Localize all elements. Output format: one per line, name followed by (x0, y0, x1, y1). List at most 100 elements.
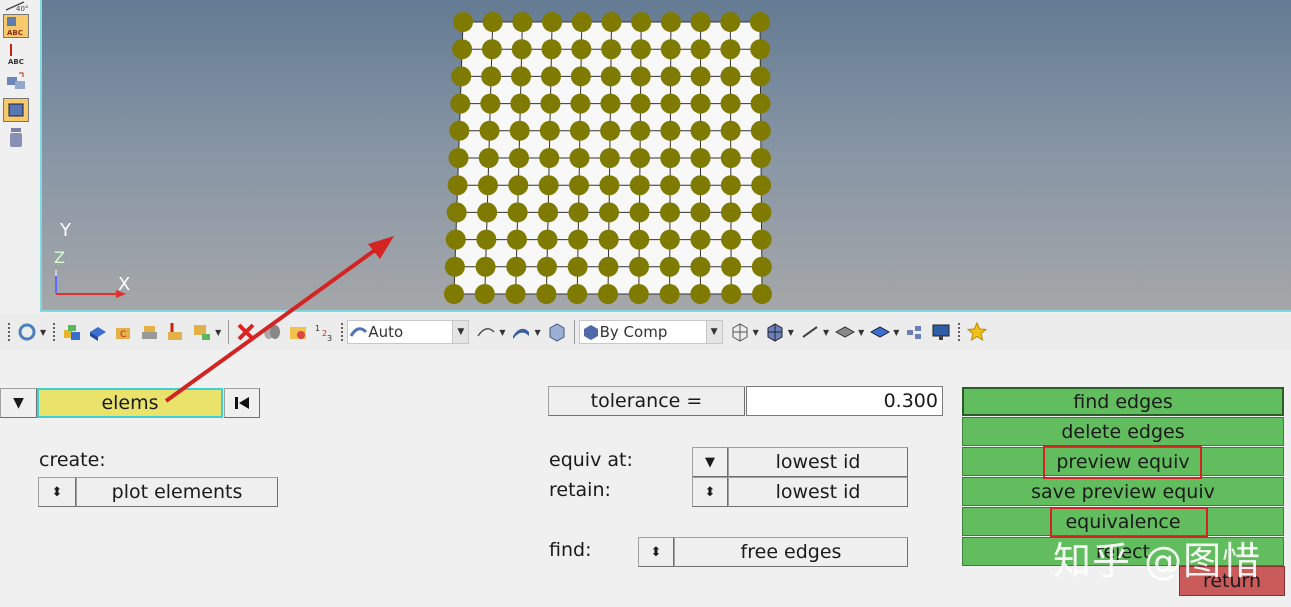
chevron-down-icon[interactable]: ▼ (753, 328, 759, 337)
create-toggle[interactable]: ⬍ (38, 477, 76, 507)
favorites-star-icon[interactable] (966, 321, 988, 343)
angle-tool-icon[interactable]: 40° (3, 0, 29, 12)
mesh-node[interactable] (511, 66, 532, 87)
mesh-node[interactable] (507, 202, 528, 223)
find-edges-button[interactable]: find edges (962, 387, 1284, 416)
mesh-node[interactable] (445, 229, 466, 250)
mesh-node[interactable] (721, 284, 742, 304)
mesh-node[interactable] (720, 66, 741, 87)
mesh-node[interactable] (721, 256, 742, 277)
chevron-down-icon[interactable]: ▼ (534, 328, 540, 337)
mesh-node[interactable] (629, 202, 650, 223)
mesh-node[interactable] (601, 12, 622, 32)
chevron-down-icon[interactable]: ▼ (823, 328, 829, 337)
mesh-node[interactable] (690, 256, 711, 277)
mesh-node[interactable] (690, 175, 711, 196)
mesh-node[interactable] (476, 229, 497, 250)
mesh-node[interactable] (600, 93, 621, 114)
mesh-node[interactable] (510, 93, 531, 114)
mesh-node[interactable] (479, 120, 500, 141)
mesh-node[interactable] (629, 256, 650, 277)
mesh-node[interactable] (599, 148, 620, 168)
toolbar-grip[interactable] (52, 322, 57, 342)
find-toggle[interactable]: ⬍ (638, 537, 674, 567)
chevron-down-icon[interactable]: ▼ (499, 328, 505, 337)
mesh-node[interactable] (567, 284, 588, 304)
mesh-node[interactable] (598, 229, 619, 250)
chevron-down-icon[interactable]: ▼ (40, 328, 46, 337)
mesh-node[interactable] (540, 93, 561, 114)
mesh-node[interactable] (750, 66, 771, 87)
material-icon[interactable]: C (113, 321, 135, 343)
mesh-node[interactable] (660, 93, 681, 114)
toolbar-grip[interactable] (957, 322, 962, 342)
transform-tool-icon[interactable] (3, 70, 29, 94)
mesh-node[interactable] (477, 202, 498, 223)
mesh-node[interactable] (630, 93, 651, 114)
delete-icon[interactable] (235, 321, 257, 343)
reset-selection-button[interactable] (224, 388, 260, 418)
mesh-node[interactable] (690, 39, 711, 60)
chevron-down-icon[interactable]: ▼ (215, 328, 221, 337)
mesh-node[interactable] (599, 175, 620, 196)
mesh-node[interactable] (660, 66, 681, 87)
component-manager-icon[interactable] (61, 321, 83, 343)
graphics-viewport[interactable]: Y Z X (40, 0, 1291, 312)
cylinders-icon[interactable] (261, 321, 283, 343)
mesh-node[interactable] (720, 12, 741, 32)
wireframe-surface-icon[interactable] (475, 321, 497, 343)
solid-box-icon[interactable] (546, 321, 568, 343)
find-value[interactable]: free edges (674, 537, 908, 567)
mesh-node[interactable] (630, 66, 651, 87)
mesh-node[interactable] (568, 229, 589, 250)
mesh-node[interactable] (660, 120, 681, 141)
mesh-node[interactable] (690, 148, 711, 168)
mesh-node[interactable] (630, 148, 650, 168)
mesh-node[interactable] (750, 93, 771, 114)
mesh-node[interactable] (568, 202, 589, 223)
mesh-node[interactable] (720, 93, 741, 114)
save-preview-equiv-button[interactable]: save preview equiv (962, 477, 1284, 506)
mesh-node[interactable] (541, 39, 562, 60)
mesh-node[interactable] (539, 148, 560, 168)
plot-elements-button[interactable]: plot elements (76, 477, 278, 507)
mesh-node[interactable] (750, 12, 770, 32)
mesh-node[interactable] (751, 148, 771, 168)
mesh-node[interactable] (690, 284, 711, 304)
display-mode-dropdown[interactable]: ▼ (453, 320, 470, 344)
mesh-node[interactable] (481, 39, 502, 60)
mesh-node[interactable] (536, 256, 557, 277)
loadstep-icon[interactable] (191, 321, 213, 343)
mesh-node[interactable] (536, 284, 557, 304)
load-collector-icon[interactable] (165, 321, 187, 343)
mesh-node[interactable] (720, 175, 741, 196)
mesh-node[interactable] (571, 12, 592, 32)
equiv-at-dropdown[interactable]: ▼ (692, 447, 728, 477)
mesh-node[interactable] (567, 256, 588, 277)
retain-value[interactable]: lowest id (728, 477, 908, 507)
mesh-node[interactable] (571, 39, 592, 60)
mesh-node[interactable] (539, 120, 560, 141)
mesh-node[interactable] (660, 148, 681, 168)
mesh-node[interactable] (690, 66, 711, 87)
mesh-node[interactable] (721, 229, 742, 250)
surface-tool-icon[interactable] (3, 98, 29, 122)
mesh-node[interactable] (506, 229, 527, 250)
mesh-node[interactable] (690, 120, 711, 141)
toolbar-grip[interactable] (340, 322, 345, 342)
tolerance-label-button[interactable]: tolerance = (548, 386, 745, 416)
mesh-node[interactable] (542, 12, 563, 32)
annotation-tool-icon[interactable]: ABC (3, 42, 29, 66)
entity-type-dropdown[interactable]: ▼ (0, 388, 37, 418)
mesh-node[interactable] (659, 284, 680, 304)
chevron-down-icon[interactable]: ▼ (788, 328, 794, 337)
mesh-node[interactable] (444, 284, 464, 304)
mesh-node[interactable] (629, 229, 650, 250)
mesh-node[interactable] (474, 284, 495, 304)
mesh-node[interactable] (751, 175, 772, 196)
delete-edges-button[interactable]: delete edges (962, 417, 1284, 446)
line-icon[interactable] (799, 321, 821, 343)
mesh-node[interactable] (690, 12, 711, 32)
mesh-node[interactable] (660, 12, 681, 32)
chevron-down-icon[interactable]: ▼ (893, 328, 899, 337)
